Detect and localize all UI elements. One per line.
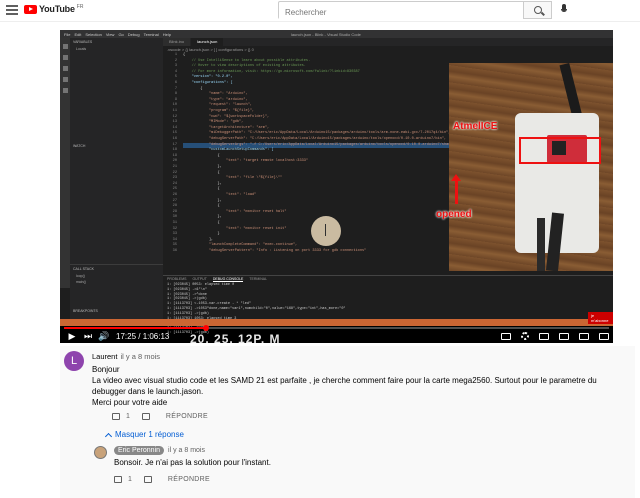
video-player[interactable]: File Edit Selection View Go Debug Terminal Help… [60,30,613,343]
red-arrow-icon [451,174,461,204]
comment-line: Bonjour [92,365,120,374]
reply-body: Bonsoir. Je n'ai pas la solution pour l'… [114,458,271,467]
reply-author-name[interactable]: Eric Peronnin [114,446,165,455]
microphone-icon[interactable] [561,4,567,14]
channel-badge: je m'abonne [588,312,613,324]
mouse-cursor-highlight [311,216,341,246]
hide-replies-button[interactable]: Masquer 1 réponse [104,430,184,440]
logo-text: YouTube [39,4,75,14]
highlight-box [519,137,601,164]
player-right-controls [501,329,609,343]
search-box[interactable] [278,1,524,21]
comment-body: Bonjour La video avec visual studio code… [92,364,632,408]
like-count: 1 [126,413,130,420]
comment-actions: 1 RÉPONDRE [112,413,208,420]
watch-section: WATCH [73,144,86,148]
reply-avatar[interactable] [94,446,107,459]
play-icon[interactable]: ▶ [64,329,80,343]
search-button[interactable] [524,1,552,19]
theater-mode-icon[interactable] [559,332,569,340]
masthead: YouTube FR [0,0,640,22]
vscode-menu-item: File [64,31,71,37]
comment-time[interactable]: il y a 8 mois [120,352,160,361]
vscode-menu-item: Terminal [143,31,159,37]
settings-icon[interactable] [521,332,529,340]
vscode-menu: File Edit Selection View Go Debug Terminal Help [60,32,171,37]
vscode-titlebar: File Edit Selection View Go Debug Terminal Help… [60,30,613,38]
reply-reply-button[interactable]: RÉPONDRE [168,476,210,483]
avatar[interactable]: L [64,351,84,371]
next-icon[interactable]: ⏭ [80,329,96,343]
call-stack-panel: CALL STACK loop() main() BREAKPOINTS [70,264,163,319]
vscode-menu-item: Debug [127,31,140,37]
miniplayer-icon[interactable] [539,332,549,340]
subtitles-icon[interactable] [501,332,511,340]
reply-like-count: 1 [128,476,132,483]
variables-section: VARIABLES [73,40,93,44]
chevron-up-icon [104,432,113,440]
vscode-menu-item: Go [118,31,124,37]
comment-line: La video avec visual studio code et les … [92,376,597,396]
reply-button[interactable]: RÉPONDRE [166,413,208,420]
cast-icon[interactable] [579,332,589,340]
menu-icon[interactable] [6,5,18,15]
atmel-ice-label: AtmelICE [453,121,498,132]
vscode-menu-item: Help [162,31,171,37]
player-controls: ▶ ⏭ 🔊 17:25 / 1:06:13 [60,329,613,343]
vscode-menu-item: Selection [85,31,102,37]
panel-tab: DEBUG CONSOLE [212,277,244,282]
youtube-play-icon [24,4,37,14]
video-overlay-text: 20, 25, 12P, M [190,332,281,343]
panel-tab: OUTPUT [192,277,207,281]
vscode-window-title: launch.json - Blink - Visual Studio Code [290,31,361,37]
reply-time[interactable]: il y a 8 mois [168,447,205,454]
tab-launch-json: launch.json [191,38,224,46]
vscode-menu-item: View [105,31,115,37]
editor-tabs: Blink.ino launch.json [163,38,613,46]
panel-tab: PROBLEMS [167,277,187,281]
vscode-menu-item: Edit [74,31,82,37]
thumbs-up-icon[interactable] [114,476,122,483]
country-code: FR [76,3,84,10]
reply-actions: 1 RÉPONDRE [114,476,210,483]
thumbs-up-icon[interactable] [112,413,120,420]
panel-tab: TERMINAL [249,277,268,281]
thumbs-down-icon[interactable] [143,476,152,483]
youtube-logo[interactable]: YouTube FR [24,4,83,14]
time-display: 17:25 / 1:06:13 [116,331,170,341]
reply-author: Eric Peronnin il y a 8 mois [114,446,205,455]
line-number: 36 [172,249,177,253]
code-line: "debugServerPattern": "Info : Listening … [183,249,367,253]
breadcrumb: .vscode > {} launch.json > [ ] configura… [167,47,254,52]
search-icon [533,6,542,14]
comment-line: Merci pour votre aide [92,398,168,407]
comment-author: Laurent il y a 8 mois [92,352,160,361]
comment-thread: L Laurent il y a 8 mois Bonjour La video … [60,346,635,498]
thumbs-down-icon[interactable] [141,413,150,420]
activity-bar [60,38,70,288]
panel-tabs: PROBLEMS OUTPUT DEBUG CONSOLE TERMINAL [163,276,613,283]
search-input[interactable] [279,4,523,21]
fullscreen-icon[interactable] [599,332,609,340]
volume-icon[interactable]: 🔊 [96,329,112,343]
vscode-statusbar [60,319,613,326]
debug-sidebar: VARIABLES Locals WATCH [70,38,163,288]
hide-replies-label: Masquer 1 réponse [115,430,184,439]
breakpoints-section: BREAKPOINTS [73,309,98,313]
tab-blink: Blink.ino [163,38,191,46]
opened-label: opened [436,209,472,220]
hardware-photo: AtmelICE [449,63,613,271]
code-editor: 1{2 // Use IntelliSense to learn about p… [163,53,457,273]
comment-author-name[interactable]: Laurent [92,352,117,361]
call-stack-section: CALL STACK [73,267,95,271]
